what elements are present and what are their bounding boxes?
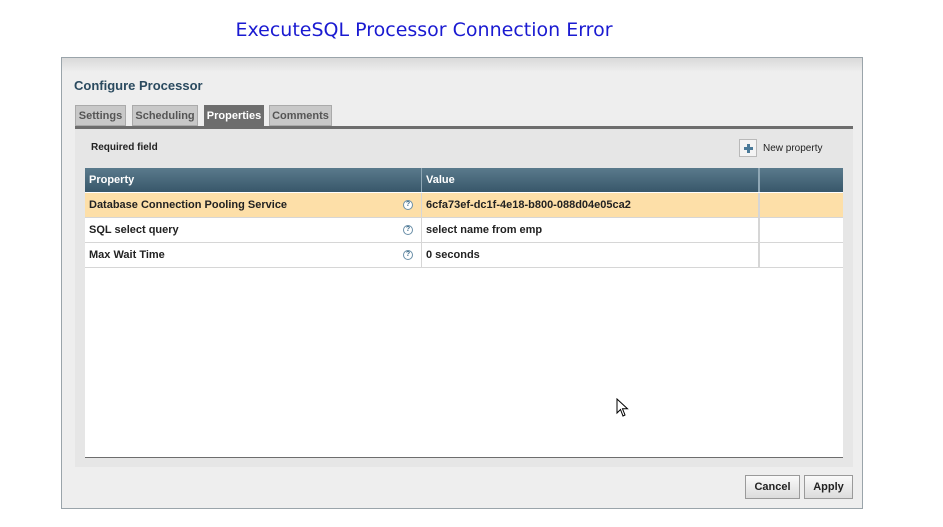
- apply-button[interactable]: Apply: [804, 475, 853, 499]
- new-property-label: New property: [763, 142, 823, 154]
- column-header-value[interactable]: Value: [422, 168, 759, 192]
- property-name: Database Connection Pooling Service: [89, 199, 288, 211]
- new-property-button[interactable]: New property: [739, 138, 822, 158]
- page-title: ExecuteSQL Processor Connection Error: [235, 19, 613, 41]
- tab-settings[interactable]: Settings: [75, 105, 126, 126]
- property-actions-cell: [759, 218, 843, 242]
- property-actions-cell: [759, 193, 843, 217]
- properties-panel: Required field New property Property Val…: [75, 129, 853, 467]
- tab-comments[interactable]: Comments: [269, 105, 332, 126]
- dialog-title: Configure Processor: [74, 78, 203, 93]
- tab-scheduling[interactable]: Scheduling: [132, 105, 198, 126]
- plus-icon: [739, 139, 757, 157]
- column-header-property[interactable]: Property: [85, 168, 422, 192]
- mouse-pointer-icon: [616, 398, 629, 417]
- table-row[interactable]: SQL select query ? select name from emp: [85, 218, 843, 243]
- property-actions-cell: [759, 243, 843, 267]
- tab-properties[interactable]: Properties: [204, 105, 264, 126]
- table-header: Property Value: [85, 168, 843, 192]
- properties-table: Property Value Database Connection Pooli…: [85, 168, 843, 458]
- question-circle-icon[interactable]: ?: [403, 250, 413, 260]
- property-name-cell: SQL select query ?: [85, 218, 422, 242]
- property-name: SQL select query: [89, 224, 179, 236]
- required-field-label: Required field: [91, 142, 158, 153]
- property-value-cell[interactable]: 6cfa73ef-dc1f-4e18-b800-088d04e05ca2: [422, 193, 759, 217]
- property-name-cell: Max Wait Time ?: [85, 243, 422, 267]
- property-name: Max Wait Time: [89, 249, 165, 261]
- configure-processor-dialog: Configure Processor Settings Scheduling …: [61, 57, 863, 509]
- column-header-actions: [759, 168, 843, 192]
- question-circle-icon[interactable]: ?: [403, 200, 413, 210]
- property-name-cell: Database Connection Pooling Service ?: [85, 193, 422, 217]
- property-value-cell[interactable]: 0 seconds: [422, 243, 759, 267]
- table-row[interactable]: Database Connection Pooling Service ? 6c…: [85, 193, 843, 218]
- table-row[interactable]: Max Wait Time ? 0 seconds: [85, 243, 843, 268]
- property-value-cell[interactable]: select name from emp: [422, 218, 759, 242]
- question-circle-icon[interactable]: ?: [403, 225, 413, 235]
- cancel-button[interactable]: Cancel: [745, 475, 800, 499]
